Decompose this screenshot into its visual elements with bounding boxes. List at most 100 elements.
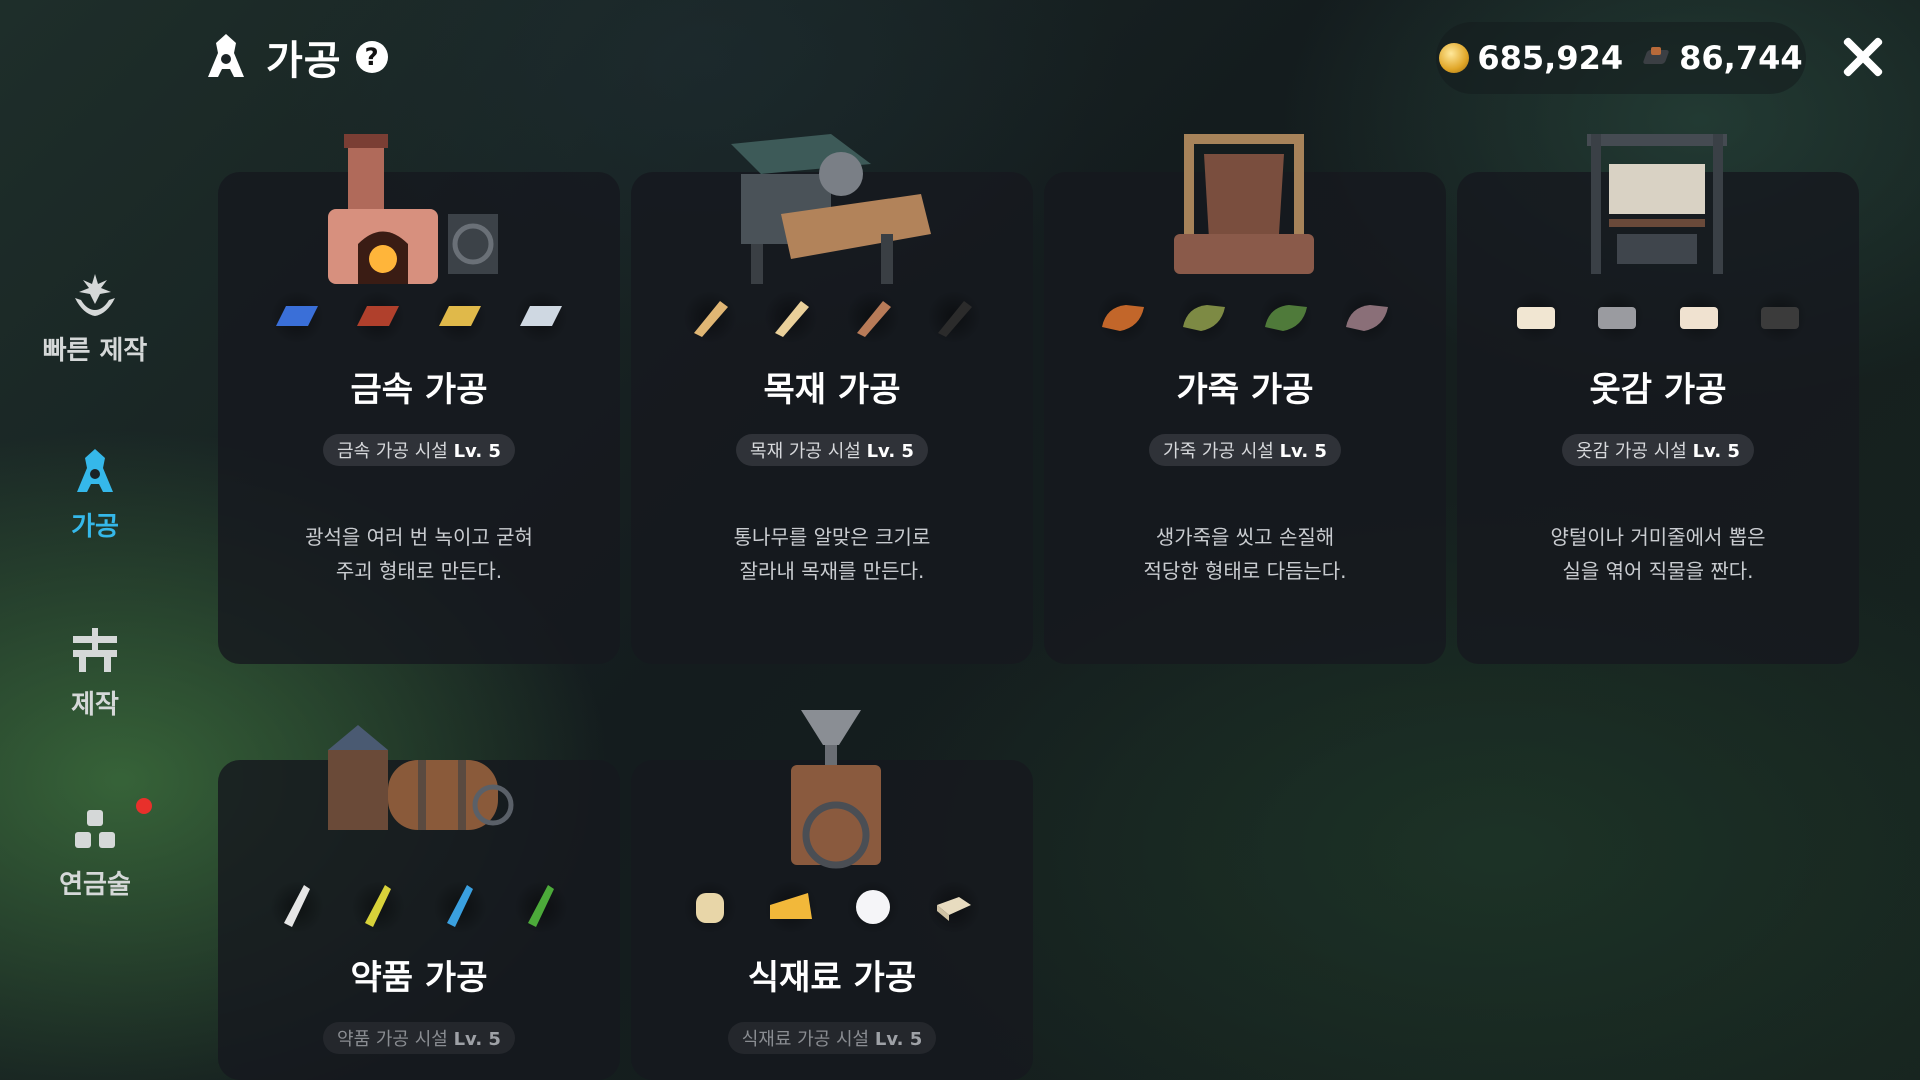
green-potion-icon [511,882,570,932]
sidebar-item-label: 제작 [71,690,119,720]
cheese-icon [762,882,821,932]
secondary-currency: 86,744 [1643,39,1803,77]
card-food-processing[interactable]: 식재료 가공 식재료 가공 시설 Lv. 5 [631,710,1033,1080]
sidebar-item-crafting[interactable]: 제작 [0,624,190,721]
gold-amount: 685,924 [1477,39,1624,77]
card-leather-processing[interactable]: 가죽 가공 가죽 가공 시설 Lv. 5 생가죽을 씻고 손질해 적당한 형태로… [1044,134,1446,664]
facility-badge: 목재 가공 시설 Lv. 5 [736,434,928,466]
card-cloth-processing[interactable]: 옷감 가공 옷감 가공 시설 Lv. 5 양털이나 거미줄에서 뽑은 실을 엮어… [1457,134,1859,664]
alchemy-icon [75,810,115,848]
card-wood-processing[interactable]: 목재 가공 목재 가공 시설 Lv. 5 통나무를 알맞은 크기로 잘라내 목재… [631,134,1033,664]
desc-line-2: 잘라내 목재를 만든다. [739,559,925,583]
facility-level-value: Lv. 5 [1279,441,1327,462]
material-list [1507,292,1809,342]
facility-badge: 식재료 가공 시설 Lv. 5 [727,1022,937,1054]
jar-icon [681,882,739,932]
pale-plank-icon [762,292,821,342]
facility-name: 가죽 가공 시설 [1163,441,1274,462]
facility-name: 목재 가공 시설 [750,441,861,462]
material-list [268,292,570,342]
sawmill-icon [731,134,931,284]
yellow-potion-icon [349,882,408,932]
facility-level: 옷감 가공 시설 Lv. 5 [1457,434,1859,466]
sidebar-item-label: 연금술 [59,870,131,900]
processing-icon [77,449,113,492]
material-list [1094,292,1396,342]
tanning-rack-icon [1174,134,1314,274]
facility-name: 옷감 가공 시설 [1576,441,1687,462]
dark-plank-icon [924,292,983,342]
gold-ingot-icon [430,292,489,342]
facility-level: 식재료 가공 시설 Lv. 5 [631,1022,1033,1054]
blue-ingot-icon [268,292,326,342]
card-description: 통나무를 알맞은 크기로 잘라내 목재를 만든다. [651,520,1013,588]
furnace-icon [328,134,498,284]
card-medicine-processing[interactable]: 약품 가공 약품 가공 시설 Lv. 5 [218,725,620,1080]
card-description: 생가죽을 씻고 손질해 적당한 형태로 다듬는다. [1064,520,1426,588]
facility-badge: 옷감 가공 시설 Lv. 5 [1562,434,1754,466]
material-list [681,292,983,342]
card-title: 약품 가공 [350,958,488,998]
card-title: 목재 가공 [763,370,901,410]
currency-bar: 685,924 86,744 [1436,22,1806,94]
sidebar-item-label: 가공 [71,512,119,542]
sparkle-hands-icon [75,274,115,316]
material-list [681,882,983,932]
material-currency-icon [1643,47,1671,69]
green-leather-icon [1256,292,1315,342]
orange-leather-icon [1094,292,1152,342]
facility-name: 약품 가공 시설 [337,1029,448,1050]
secondary-amount: 86,744 [1679,39,1803,77]
card-title: 식재료 가공 [747,958,917,998]
card-description: 양털이나 거미줄에서 뽑은 실을 엮어 직물을 짠다. [1477,520,1839,588]
cream-cloth-icon [1669,292,1728,342]
desc-line-1: 광석을 여러 번 녹이고 굳혀 [305,525,533,549]
facility-badge: 가죽 가공 시설 Lv. 5 [1149,434,1341,466]
facility-level: 가죽 가공 시설 Lv. 5 [1044,434,1446,466]
facility-level-value: Lv. 5 [866,441,914,462]
desc-line-2: 실을 엮어 직물을 짠다. [1562,559,1754,583]
red-plank-icon [843,292,902,342]
tofu-icon [924,882,983,932]
flour-bowl-icon [843,882,902,932]
facility-level: 금속 가공 시설 Lv. 5 [218,434,620,466]
facility-level-value: Lv. 5 [874,1029,923,1050]
sidebar-item-quick-craft[interactable]: 빠른 제작 [0,270,190,367]
facility-badge: 금속 가공 시설 Lv. 5 [323,434,515,466]
page-header: 가공 ? [200,28,388,86]
material-list [268,882,570,932]
mill-grinder-icon [791,710,881,869]
sidebar-item-processing[interactable]: 가공 [0,446,190,543]
olive-leather-icon [1175,292,1234,342]
desc-line-2: 적당한 형태로 다듬는다. [1143,559,1347,583]
card-title: 가죽 가공 [1176,370,1314,410]
white-potion-icon [268,882,326,932]
facility-level-value: Lv. 5 [453,441,501,462]
red-ingot-icon [349,292,408,342]
still-apparatus-icon [328,725,514,830]
processing-icon [208,34,244,77]
anvil-icon [73,628,117,672]
desc-line-2: 주괴 형태로 만든다. [335,559,503,583]
loom-icon [1587,134,1727,274]
light-plank-icon [681,292,739,342]
facility-badge: 약품 가공 시설 Lv. 5 [323,1022,515,1054]
card-metal-processing[interactable]: 금속 가공 금속 가공 시설 Lv. 5 광석을 여러 번 녹이고 굳혀 주괴 … [218,134,620,664]
card-title: 금속 가공 [350,370,488,410]
black-cloth-icon [1750,292,1809,342]
gold-coin-icon [1439,43,1470,73]
card-description: 광석을 여러 번 녹이고 굳혀 주괴 형태로 만든다. [238,520,600,588]
facility-name: 금속 가공 시설 [337,441,448,462]
blue-potion-icon [430,882,489,932]
gray-cloth-icon [1588,292,1647,342]
close-button[interactable] [1838,32,1888,82]
facility-name: 식재료 가공 시설 [741,1029,870,1050]
desc-line-1: 통나무를 알맞은 크기로 [733,525,931,549]
white-cloth-icon [1507,292,1565,342]
facility-level: 약품 가공 시설 Lv. 5 [218,1022,620,1054]
facility-level: 목재 가공 시설 Lv. 5 [631,434,1033,466]
sidebar-item-alchemy[interactable]: 연금술 [0,798,190,901]
facility-level-value: Lv. 5 [453,1029,501,1050]
help-icon[interactable]: ? [355,41,388,73]
page-title: 가공 [266,38,342,84]
